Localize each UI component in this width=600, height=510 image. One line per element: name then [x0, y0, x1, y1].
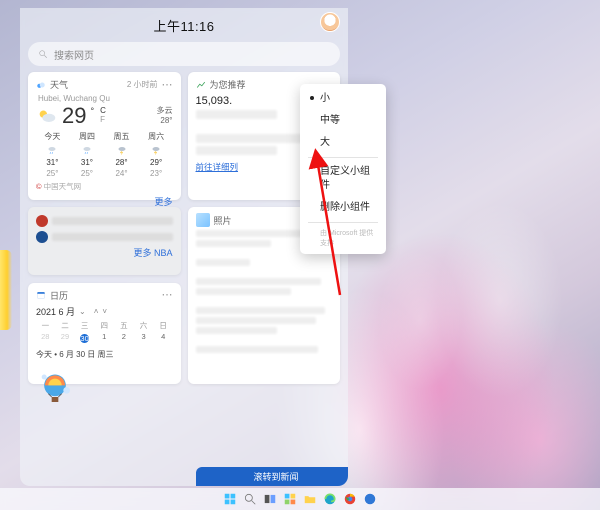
edge-glow — [0, 250, 12, 330]
calendar-month: 2021 6 月 — [36, 305, 75, 318]
weather-day: 周四31°25° — [71, 131, 104, 178]
blurred-text — [196, 307, 326, 314]
stocks-title: 为您推荐 — [210, 78, 246, 91]
search-input[interactable]: 搜索网页 — [28, 42, 340, 66]
blurred-text — [52, 217, 173, 225]
weather-updated: 2 小时前 — [127, 79, 158, 90]
blurred-text — [196, 317, 316, 324]
blurred-text — [196, 259, 251, 266]
avatar[interactable] — [320, 12, 340, 32]
weather-day: 周五28°24° — [105, 131, 138, 178]
menu-footer: 由 Microsoft 提供支持 — [300, 226, 386, 250]
weather-deg: ° — [90, 106, 94, 116]
search-button[interactable] — [243, 492, 257, 506]
chart-icon — [196, 80, 206, 90]
menu-separator — [308, 157, 378, 158]
weather-location: Hubei, Wuchang Qu — [38, 94, 173, 103]
calendar-cell[interactable]: 4 — [154, 332, 173, 346]
team-logo-icon — [36, 231, 48, 243]
nba-more-link[interactable]: 更多 NBA — [36, 246, 173, 259]
widgets-panel: 上午11:16 搜索网页 天气 2 小时前 ⋯ Hubei, Wuchang Q… — [20, 8, 348, 486]
edge-button[interactable] — [323, 492, 337, 506]
search-placeholder: 搜索网页 — [54, 47, 94, 62]
weather-current: 29 ° C F 多云 28° — [36, 105, 173, 127]
blurred-text — [196, 230, 312, 237]
taskbar[interactable] — [0, 488, 600, 510]
chevron-down-icon[interactable]: ˅ — [102, 307, 107, 316]
blurred-text — [196, 240, 271, 247]
weather-more-menu[interactable]: ⋯ — [162, 82, 173, 88]
nba-card[interactable]: 更多 NBA — [28, 207, 181, 275]
scroll-to-news-button[interactable]: 滚转到新闻 — [196, 467, 348, 486]
storm-icon — [116, 144, 128, 156]
calendar-event: 今天 • 6 月 30 日 周三 — [36, 349, 173, 360]
chrome-button[interactable] — [343, 492, 357, 506]
start-button[interactable] — [223, 492, 237, 506]
menu-size-small[interactable]: 小 — [300, 88, 386, 110]
weather-current-icon — [36, 105, 58, 127]
task-view-button[interactable] — [263, 492, 277, 506]
widget-context-menu: 小 中等 大 自定义小组件 删除小组件 由 Microsoft 提供支持 — [300, 84, 386, 254]
weather-feels: 28° — [160, 116, 172, 125]
widgets-header: 上午11:16 — [28, 14, 340, 36]
weather-forecast: 今天31°25° 周四31°25° 周五28°24° 周六29°23° — [36, 131, 173, 178]
storm-icon — [150, 144, 162, 156]
app-button[interactable] — [363, 492, 377, 506]
weather-card[interactable]: 天气 2 小时前 ⋯ Hubei, Wuchang Qu 29 ° C F 多云… — [28, 72, 181, 200]
rain-icon — [81, 144, 93, 156]
menu-customize-widget[interactable]: 自定义小组件 — [300, 161, 386, 197]
team-logo-icon — [36, 215, 48, 227]
weather-day: 周六29°23° — [140, 131, 173, 178]
weather-title: 天气 — [50, 78, 68, 91]
menu-size-large[interactable]: 大 — [300, 132, 386, 154]
calendar-cell[interactable]: 2 — [115, 332, 134, 346]
menu-separator — [308, 222, 378, 223]
calendar-grid: 一 二 三 四 五 六 日 28 29 30 1 2 3 4 — [36, 320, 173, 346]
blurred-text — [52, 233, 173, 241]
blurred-text — [196, 146, 278, 155]
blurred-text — [196, 327, 278, 334]
calendar-cell[interactable]: 29 — [56, 332, 75, 346]
calendar-cell[interactable]: 1 — [95, 332, 114, 346]
chevron-down-icon[interactable]: ⌄ — [79, 307, 86, 316]
calendar-cell[interactable]: 3 — [134, 332, 153, 346]
weather-units[interactable]: C F — [100, 106, 106, 124]
calendar-cell[interactable]: 28 — [36, 332, 55, 346]
weather-badge-icon — [36, 80, 46, 90]
list-item — [36, 231, 173, 243]
calendar-icon — [36, 290, 46, 300]
widgets-grid: 天气 2 小时前 ⋯ Hubei, Wuchang Qu 29 ° C F 多云… — [28, 72, 340, 384]
blurred-text — [196, 110, 278, 119]
photo-icon — [196, 213, 210, 227]
explorer-button[interactable] — [303, 492, 317, 506]
list-item — [36, 215, 173, 227]
taskbar-center — [223, 492, 377, 506]
menu-size-medium[interactable]: 中等 — [300, 110, 386, 132]
blurred-text — [196, 346, 319, 353]
rain-icon — [46, 144, 58, 156]
blurred-text — [196, 278, 322, 285]
balloon-illustration — [38, 372, 72, 412]
chevron-up-icon[interactable]: ˄ — [94, 307, 99, 316]
calendar-card[interactable]: 日历 ⋯ 2021 6 月 ⌄ ˄ ˅ 一 二 三 四 五 六 日 28 29 — [28, 283, 181, 384]
blurred-text — [196, 288, 292, 295]
weather-day: 今天31°25° — [36, 131, 69, 178]
calendar-title: 日历 — [50, 289, 68, 302]
weather-temp: 29 — [62, 105, 86, 127]
weather-source: 中国天气网 — [44, 182, 82, 191]
clock: 上午11:16 — [153, 16, 214, 35]
menu-remove-widget[interactable]: 删除小组件 — [300, 197, 386, 219]
calendar-cell-today[interactable]: 30 — [75, 332, 94, 346]
widgets-button[interactable] — [283, 492, 297, 506]
search-icon — [38, 49, 48, 59]
news-title: 照片 — [214, 214, 232, 227]
weather-condition: 多云 — [157, 106, 173, 115]
calendar-more-menu[interactable]: ⋯ — [162, 292, 173, 298]
